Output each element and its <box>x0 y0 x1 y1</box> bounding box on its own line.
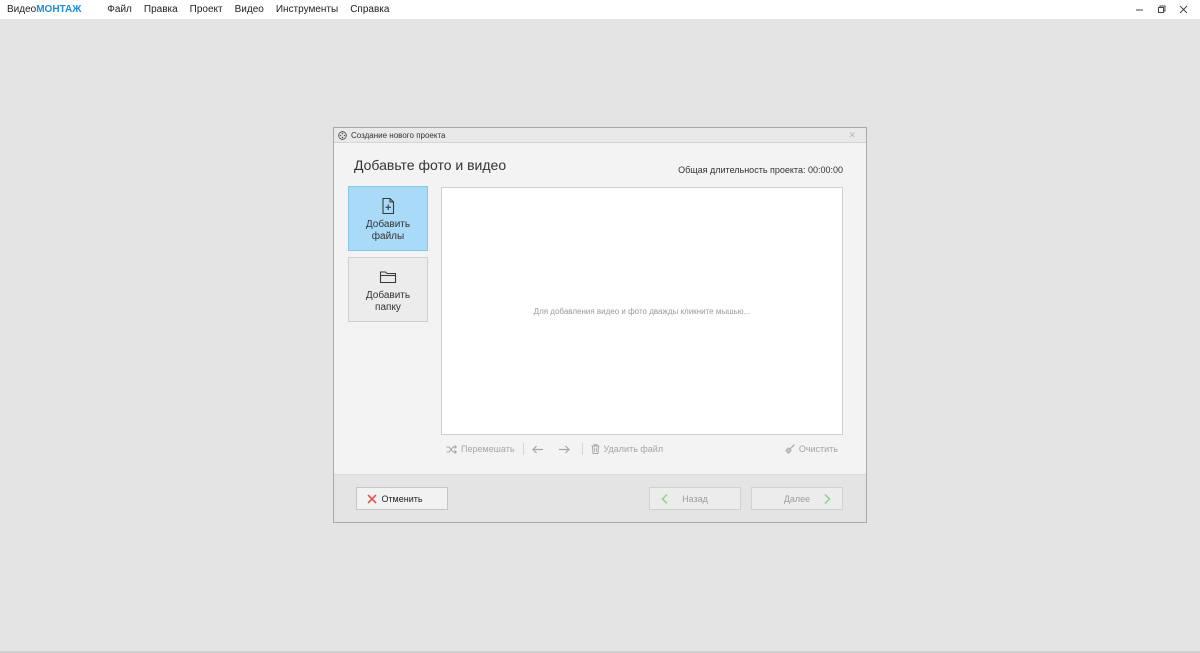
broom-icon <box>784 444 795 454</box>
arrow-left-icon <box>531 445 543 453</box>
media-drop-area[interactable]: Для добавления видео и фото дважды кликн… <box>441 187 843 435</box>
minimize-button[interactable] <box>1128 0 1150 19</box>
next-label: Далее <box>783 493 811 504</box>
cross-icon <box>367 494 377 504</box>
menu-tools[interactable]: Инструменты <box>270 0 344 19</box>
restore-button[interactable] <box>1150 0 1172 19</box>
app-title-prefix: Видео <box>7 4 37 15</box>
app-title: ВидеоМОНТАЖ <box>7 4 81 15</box>
new-project-dialog: Создание нового проекта ✕ Добавьте фото … <box>333 127 867 523</box>
project-duration: Общая длительность проекта: 00:00:00 <box>678 165 843 175</box>
app-title-accent: МОНТАЖ <box>36 4 82 15</box>
close-button[interactable] <box>1172 0 1194 19</box>
back-button[interactable]: Назад <box>649 487 741 510</box>
add-files-button[interactable]: Добавить файлы <box>348 186 428 251</box>
shuffle-label: Перемешать <box>461 444 515 454</box>
add-folder-button[interactable]: Добавить папку <box>348 257 428 322</box>
film-reel-icon <box>337 130 347 140</box>
delete-file-button[interactable]: Удалить файл <box>586 441 669 457</box>
add-folder-label: Добавить папку <box>365 290 411 313</box>
arrow-right-icon <box>558 445 570 453</box>
menu-edit[interactable]: Правка <box>138 0 184 19</box>
move-right-button[interactable] <box>553 441 579 457</box>
cancel-label: Отменить <box>381 493 423 504</box>
clear-button[interactable]: Очистить <box>780 441 843 457</box>
dialog-heading: Добавьте фото и видео <box>354 157 507 173</box>
dialog-footer: Отменить Назад Далее <box>334 474 866 522</box>
close-icon <box>1179 5 1187 14</box>
add-file-icon <box>382 197 395 215</box>
shuffle-icon <box>446 444 457 454</box>
toolbar-divider <box>581 443 583 455</box>
shuffle-button[interactable]: Перемешать <box>441 441 520 457</box>
minimize-icon <box>1135 9 1143 11</box>
delete-file-label: Удалить файл <box>603 444 664 454</box>
restore-icon <box>1157 5 1165 13</box>
next-button[interactable]: Далее <box>751 487 843 510</box>
dialog-titlebar: Создание нового проекта ✕ <box>334 128 866 143</box>
toolbar-divider <box>522 443 524 455</box>
cancel-button[interactable]: Отменить <box>356 487 448 510</box>
media-toolbar: Перемешать Удалить файл Очистить <box>441 441 843 457</box>
trash-icon <box>591 444 600 454</box>
move-left-button[interactable] <box>527 441 553 457</box>
dialog-close-icon[interactable]: ✕ <box>848 128 856 143</box>
add-files-label: Добавить файлы <box>365 219 411 242</box>
menu-help[interactable]: Справка <box>344 0 395 19</box>
menu-file[interactable]: Файл <box>101 0 138 19</box>
window-controls <box>1128 0 1194 19</box>
menu-project[interactable]: Проект <box>184 0 229 19</box>
folder-icon <box>379 271 397 284</box>
chevron-left-icon <box>661 493 668 505</box>
chevron-right-icon <box>824 493 831 505</box>
menu-bar: ВидеоМОНТАЖ Файл Правка Проект Видео Инс… <box>0 0 1200 19</box>
menu-video[interactable]: Видео <box>229 0 270 19</box>
clear-label: Очистить <box>798 444 838 454</box>
drop-hint: Для добавления видео и фото дважды кликн… <box>533 306 751 316</box>
back-label: Назад <box>682 493 708 504</box>
dialog-title: Создание нового проекта <box>351 130 446 140</box>
